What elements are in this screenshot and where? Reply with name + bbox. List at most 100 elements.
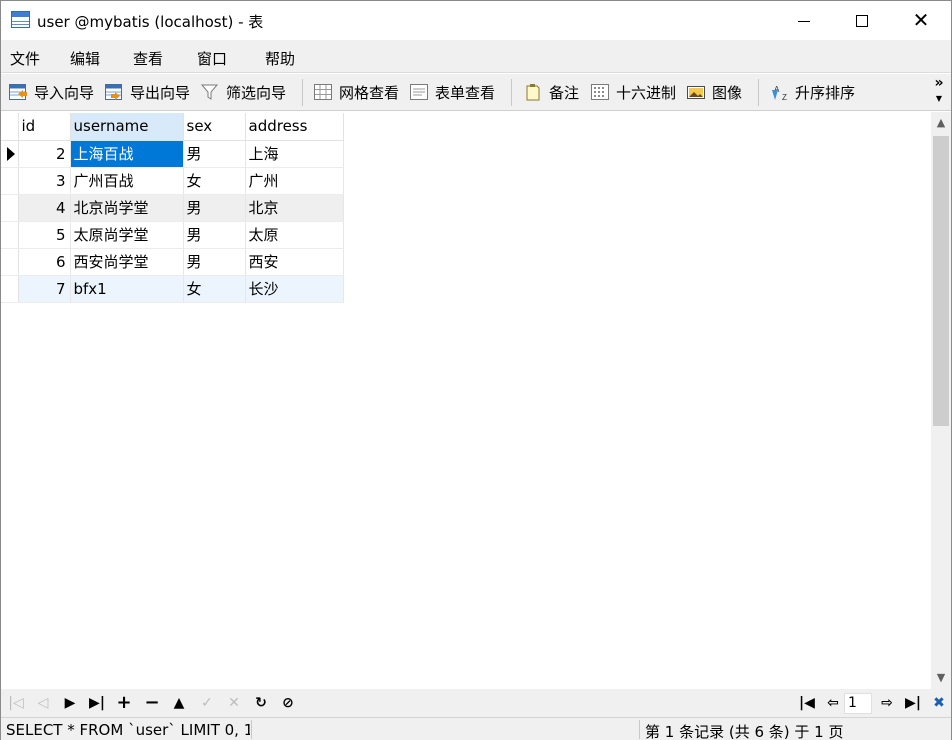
maximize-button[interactable] bbox=[833, 1, 891, 40]
image-button[interactable]: 图像 bbox=[687, 80, 742, 104]
memo-label: 备注 bbox=[549, 83, 580, 102]
discard-changes-icon[interactable]: ✕ bbox=[224, 693, 244, 713]
maximize-icon bbox=[856, 15, 868, 27]
next-page-icon[interactable]: ⇨ bbox=[877, 693, 897, 713]
table-row[interactable]: 4 北京尚学堂 男 北京 bbox=[1, 194, 344, 222]
overflow-chevron-icon: » bbox=[934, 75, 944, 91]
minimize-button[interactable] bbox=[775, 1, 833, 40]
grid-view-button[interactable]: 网格查看 bbox=[314, 80, 399, 104]
cell-username[interactable]: 西安尚学堂 bbox=[70, 248, 184, 276]
grid-icon bbox=[314, 83, 333, 101]
menu-help[interactable]: 帮助 bbox=[265, 48, 295, 69]
memo-button[interactable]: 备注 bbox=[524, 80, 579, 104]
table-row[interactable]: 6 西安尚学堂 男 西安 bbox=[1, 248, 344, 276]
last-page-icon[interactable]: ▶| bbox=[903, 693, 923, 713]
table-row[interactable]: 3 广州百战 女 广州 bbox=[1, 167, 344, 195]
cell-username[interactable]: 上海百战 bbox=[70, 140, 184, 168]
menu-view[interactable]: 查看 bbox=[133, 48, 163, 69]
toolbar-separator bbox=[302, 79, 303, 106]
cell-address[interactable]: 西安 bbox=[245, 248, 344, 276]
cell-username[interactable]: 北京尚学堂 bbox=[70, 194, 184, 222]
cell-sex[interactable]: 男 bbox=[183, 194, 246, 222]
first-record-icon[interactable]: |◁ bbox=[6, 693, 26, 713]
cell-id[interactable]: 7 bbox=[18, 275, 71, 303]
column-header-username[interactable]: username bbox=[70, 113, 184, 141]
cell-id[interactable]: 5 bbox=[18, 221, 71, 249]
window-title: user @mybatis (localhost) - 表 bbox=[37, 13, 264, 31]
form-view-button[interactable]: 表单查看 bbox=[410, 80, 495, 104]
row-indicator bbox=[1, 194, 19, 222]
first-page-icon[interactable]: |◀ bbox=[797, 693, 817, 713]
cell-address[interactable]: 太原 bbox=[245, 221, 344, 249]
cell-address[interactable]: 广州 bbox=[245, 167, 344, 195]
current-row-pointer-icon bbox=[7, 147, 15, 161]
image-label: 图像 bbox=[712, 83, 743, 102]
cell-address[interactable]: 北京 bbox=[245, 194, 344, 222]
cell-username[interactable]: 广州百战 bbox=[70, 167, 184, 195]
table-row[interactable]: 5 太原尚学堂 男 太原 bbox=[1, 221, 344, 249]
row-indicator bbox=[1, 221, 19, 249]
hex-button[interactable]: 十六进制 bbox=[591, 80, 676, 104]
next-record-icon[interactable]: ▶ bbox=[60, 693, 80, 713]
sort-ascending-button[interactable]: AZ 升序排序 bbox=[770, 80, 855, 104]
filter-wizard-button[interactable]: 筛选向导 bbox=[200, 80, 287, 104]
cell-sex[interactable]: 男 bbox=[183, 140, 246, 168]
menu-edit[interactable]: 编辑 bbox=[70, 48, 100, 69]
filter-wizard-label: 筛选向导 bbox=[226, 83, 287, 102]
export-wizard-button[interactable]: 导出向导 bbox=[105, 80, 190, 104]
column-header-id[interactable]: id bbox=[18, 113, 71, 141]
stop-icon[interactable]: ⊘ bbox=[278, 693, 298, 713]
data-table: id username sex address 2 上海百战 男 上海 3 广州… bbox=[1, 113, 344, 303]
table-app-icon bbox=[11, 11, 30, 28]
table-row[interactable]: 7 bfx1 女 长沙 bbox=[1, 275, 344, 303]
close-button[interactable]: ✕ bbox=[892, 1, 950, 40]
import-icon bbox=[9, 83, 28, 101]
delete-record-icon[interactable]: − bbox=[142, 693, 162, 713]
row-indicator bbox=[1, 248, 19, 276]
scroll-down-arrow-icon[interactable]: ▼ bbox=[931, 667, 951, 689]
cell-address[interactable]: 长沙 bbox=[245, 275, 344, 303]
cell-username[interactable]: 太原尚学堂 bbox=[70, 221, 184, 249]
menu-window[interactable]: 窗口 bbox=[197, 48, 227, 69]
vertical-scrollbar[interactable]: ▲ ▼ bbox=[931, 112, 951, 689]
add-record-icon[interactable]: + bbox=[114, 693, 134, 713]
toolbar-overflow-button[interactable]: » ▼ bbox=[931, 75, 947, 104]
column-header-sex[interactable]: sex bbox=[183, 113, 246, 141]
app-window: user @mybatis (localhost) - 表 ✕ 文件 编辑 查看… bbox=[0, 0, 952, 740]
cell-id[interactable]: 3 bbox=[18, 167, 71, 195]
cell-address[interactable]: 上海 bbox=[245, 140, 344, 168]
cell-id[interactable]: 4 bbox=[18, 194, 71, 222]
cell-sex[interactable]: 男 bbox=[183, 248, 246, 276]
svg-text:Z: Z bbox=[782, 93, 787, 101]
cell-username[interactable]: bfx1 bbox=[70, 275, 184, 303]
hex-label: 十六进制 bbox=[616, 83, 677, 102]
import-wizard-button[interactable]: 导入向导 bbox=[9, 80, 94, 104]
form-view-label: 表单查看 bbox=[435, 83, 496, 102]
previous-page-icon[interactable]: ⇦ bbox=[823, 693, 843, 713]
last-record-icon[interactable]: ▶| bbox=[87, 693, 107, 713]
record-count-text: 第 1 条记录 (共 6 条) 于 1 页 bbox=[645, 723, 844, 740]
refresh-icon[interactable]: ↻ bbox=[251, 693, 271, 713]
minimize-icon bbox=[798, 20, 810, 22]
cell-sex[interactable]: 男 bbox=[183, 221, 246, 249]
cell-sex[interactable]: 女 bbox=[183, 275, 246, 303]
cell-id[interactable]: 2 bbox=[18, 140, 71, 168]
scroll-up-arrow-icon[interactable]: ▲ bbox=[931, 112, 951, 134]
page-number-input[interactable]: 1 bbox=[844, 693, 872, 714]
header-row: id username sex address bbox=[1, 113, 344, 141]
apply-changes-icon[interactable]: ▲ bbox=[169, 693, 189, 713]
row-indicator-header bbox=[1, 113, 19, 141]
settings-tools-icon[interactable]: ✖ bbox=[929, 693, 949, 713]
status-bar: SELECT * FROM `user` LIMIT 0, 10 第 1 条记录… bbox=[1, 717, 951, 740]
cell-id[interactable]: 6 bbox=[18, 248, 71, 276]
cell-sex[interactable]: 女 bbox=[183, 167, 246, 195]
scrollbar-thumb[interactable] bbox=[933, 136, 949, 426]
column-header-address[interactable]: address bbox=[245, 113, 344, 141]
menu-bar: 文件 编辑 查看 窗口 帮助 bbox=[1, 40, 951, 73]
confirm-edit-icon[interactable]: ✓ bbox=[197, 693, 217, 713]
table-row[interactable]: 2 上海百战 男 上海 bbox=[1, 140, 344, 168]
menu-file[interactable]: 文件 bbox=[10, 48, 40, 69]
previous-record-icon[interactable]: ◁ bbox=[33, 693, 53, 713]
sql-query-text: SELECT * FROM `user` LIMIT 0, 10 bbox=[6, 721, 250, 739]
data-grid[interactable]: id username sex address 2 上海百战 男 上海 3 广州… bbox=[1, 112, 931, 689]
